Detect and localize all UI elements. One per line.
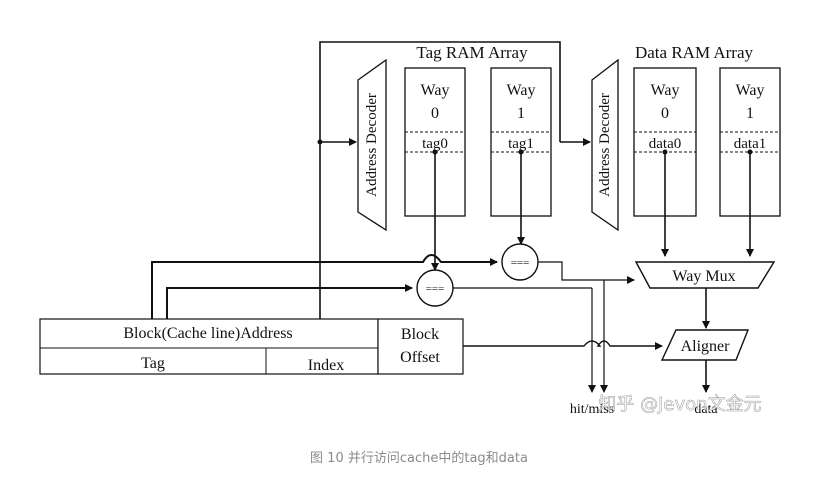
tag-field-label: Tag [141, 355, 165, 372]
svg-text:Aligner: Aligner [681, 338, 731, 355]
tag-ram-array-title: Tag RAM Array [416, 43, 528, 62]
svg-text:Way: Way [421, 82, 450, 99]
compare-result-lines [453, 261, 635, 393]
svg-text:1: 1 [746, 105, 754, 122]
figure-caption: 图 10 并行访问cache中的tag和data [310, 451, 528, 466]
cache-diagram: Tag RAM Array Data RAM Array Address Dec… [39, 41, 781, 417]
svg-text:0: 0 [661, 105, 669, 122]
svg-text:Way: Way [651, 82, 680, 99]
svg-text:===: === [426, 283, 445, 295]
index-field-label: Index [308, 357, 344, 374]
tag-decoder-label: Address Decoder [364, 93, 380, 197]
block-offset-label-2: Offset [400, 349, 440, 366]
aligner: Aligner [660, 329, 750, 361]
watermark: 知乎 @Jevon文金元 [598, 394, 761, 415]
data-ram-array-title: Data RAM Array [635, 43, 754, 62]
block-address-label: Block(Cache line)Address [123, 325, 292, 342]
svg-text:===: === [511, 257, 530, 269]
address-register: Block(Cache line)Address Tag Index Block… [39, 318, 464, 375]
svg-text:1: 1 [517, 105, 525, 122]
way-mux: Way Mux [634, 261, 776, 289]
data-decoder-label: Address Decoder [597, 93, 613, 197]
comparator-way-1: === [501, 243, 539, 281]
svg-text:Way: Way [736, 82, 765, 99]
block-offset-label-1: Block [401, 326, 439, 343]
svg-text:Way: Way [507, 82, 536, 99]
offset-line [451, 340, 663, 350]
svg-text:Way Mux: Way Mux [672, 268, 735, 285]
tag-address-decoder: Address Decoder [357, 58, 387, 232]
svg-text:0: 0 [431, 105, 439, 122]
data-address-decoder: Address Decoder [591, 58, 619, 232]
comparator-way-0: === [416, 269, 454, 307]
